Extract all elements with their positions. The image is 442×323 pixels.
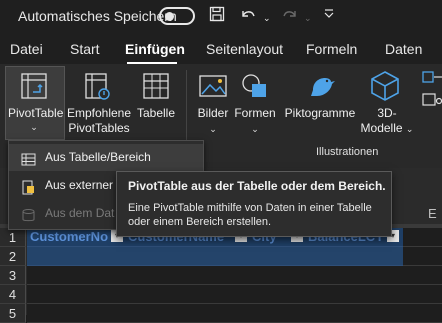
tab-start[interactable]: Start (70, 41, 100, 57)
smartart-icon[interactable] (422, 70, 442, 89)
row-number[interactable]: 3 (0, 266, 26, 285)
tab-datei[interactable]: Datei (10, 41, 43, 57)
row-number[interactable]: 5 (0, 304, 26, 323)
header-cell-customerno[interactable]: CustomerNo (27, 228, 123, 246)
tab-formeln[interactable]: Formeln (306, 41, 357, 57)
column-letter: E (428, 206, 437, 221)
3d-models-icon (370, 70, 400, 107)
pivot-table-label: PivotTable (8, 106, 64, 120)
row-number[interactable]: 1 (0, 228, 26, 247)
table-row[interactable] (27, 285, 442, 304)
table-button[interactable]: Tabelle (134, 106, 178, 121)
table-icon (142, 72, 170, 105)
recommended-pivot-label-1: Empfohlene (66, 106, 132, 120)
screenshot-icon[interactable] (422, 93, 442, 112)
images-label: Bilder (197, 106, 229, 120)
pictograms-button[interactable]: Piktogramme (282, 106, 358, 121)
save-icon[interactable] (209, 6, 225, 27)
autosave-toggle[interactable] (159, 7, 195, 25)
autosave-label: Automatisches Speichern (18, 8, 177, 24)
3d-models-label-1: 3D- (377, 106, 397, 120)
menu-item-label: Aus Tabelle/Bereich (45, 150, 151, 164)
redo-dropdown-icon[interactable]: ⌄ (304, 13, 312, 24)
shapes-icon (240, 72, 270, 105)
undo-dropdown-icon[interactable]: ⌄ (263, 13, 271, 24)
ribbon-tabs: Datei Start Einfügen Seitenlayout Formel… (0, 34, 442, 64)
images-chevron: ⌄ (209, 124, 217, 134)
images-icon (198, 72, 228, 105)
redo-icon[interactable] (281, 6, 299, 29)
recommended-pivot-label-2: PivotTables (68, 121, 130, 135)
tab-seitenlayout[interactable]: Seitenlayout (206, 41, 283, 57)
row-number[interactable]: 2 (0, 247, 26, 266)
cell[interactable] (403, 247, 442, 266)
recommended-pivot-button[interactable]: Empfohlene PivotTables (66, 106, 132, 136)
tab-einfuegen[interactable]: Einfügen (125, 41, 185, 57)
title-bar: Automatisches Speichern ⌄ ⌄ (0, 0, 442, 34)
table-range-icon (21, 150, 36, 166)
illustrations-group-label: Illustrationen (316, 146, 379, 158)
data-model-icon (21, 206, 36, 222)
external-data-icon (21, 178, 36, 195)
pictograms-icon (305, 70, 337, 107)
shapes-button[interactable]: Formen ⌄ (232, 106, 278, 137)
menu-item-label: Aus externer D (45, 178, 126, 192)
pivot-table-icon (20, 72, 48, 105)
row-number[interactable]: 4 (0, 285, 26, 304)
shapes-chevron: ⌄ (251, 124, 259, 134)
3d-models-button[interactable]: 3D- Modelle ⌄ (358, 106, 416, 137)
tooltip-title: PivotTable aus der Tabelle oder dem Bere… (128, 179, 386, 193)
table-row[interactable] (27, 304, 442, 323)
images-button[interactable]: Bilder ⌄ (194, 106, 232, 137)
customize-toolbar-icon[interactable] (323, 4, 335, 27)
undo-icon[interactable] (239, 6, 257, 29)
table-row[interactable] (27, 266, 442, 285)
table-row[interactable] (27, 247, 403, 266)
recommended-pivot-icon (84, 72, 112, 107)
toggle-knob (165, 12, 174, 21)
3d-models-chevron: ⌄ (405, 124, 414, 134)
tab-daten[interactable]: Daten (385, 41, 422, 57)
pivot-dropdown-chevron: ⌄ (30, 122, 38, 132)
3d-models-label-2: Modelle (360, 121, 403, 135)
shapes-label: Formen (234, 106, 276, 120)
cell[interactable] (403, 228, 442, 247)
tooltip: PivotTable aus der Tabelle oder dem Bere… (116, 171, 392, 237)
menu-item-from-table-range[interactable]: Aus Tabelle/Bereich (9, 144, 203, 171)
menu-item-label: Aus dem Dat (45, 206, 115, 220)
tooltip-body: Eine PivotTable mithilfe von Daten in ei… (128, 202, 372, 228)
